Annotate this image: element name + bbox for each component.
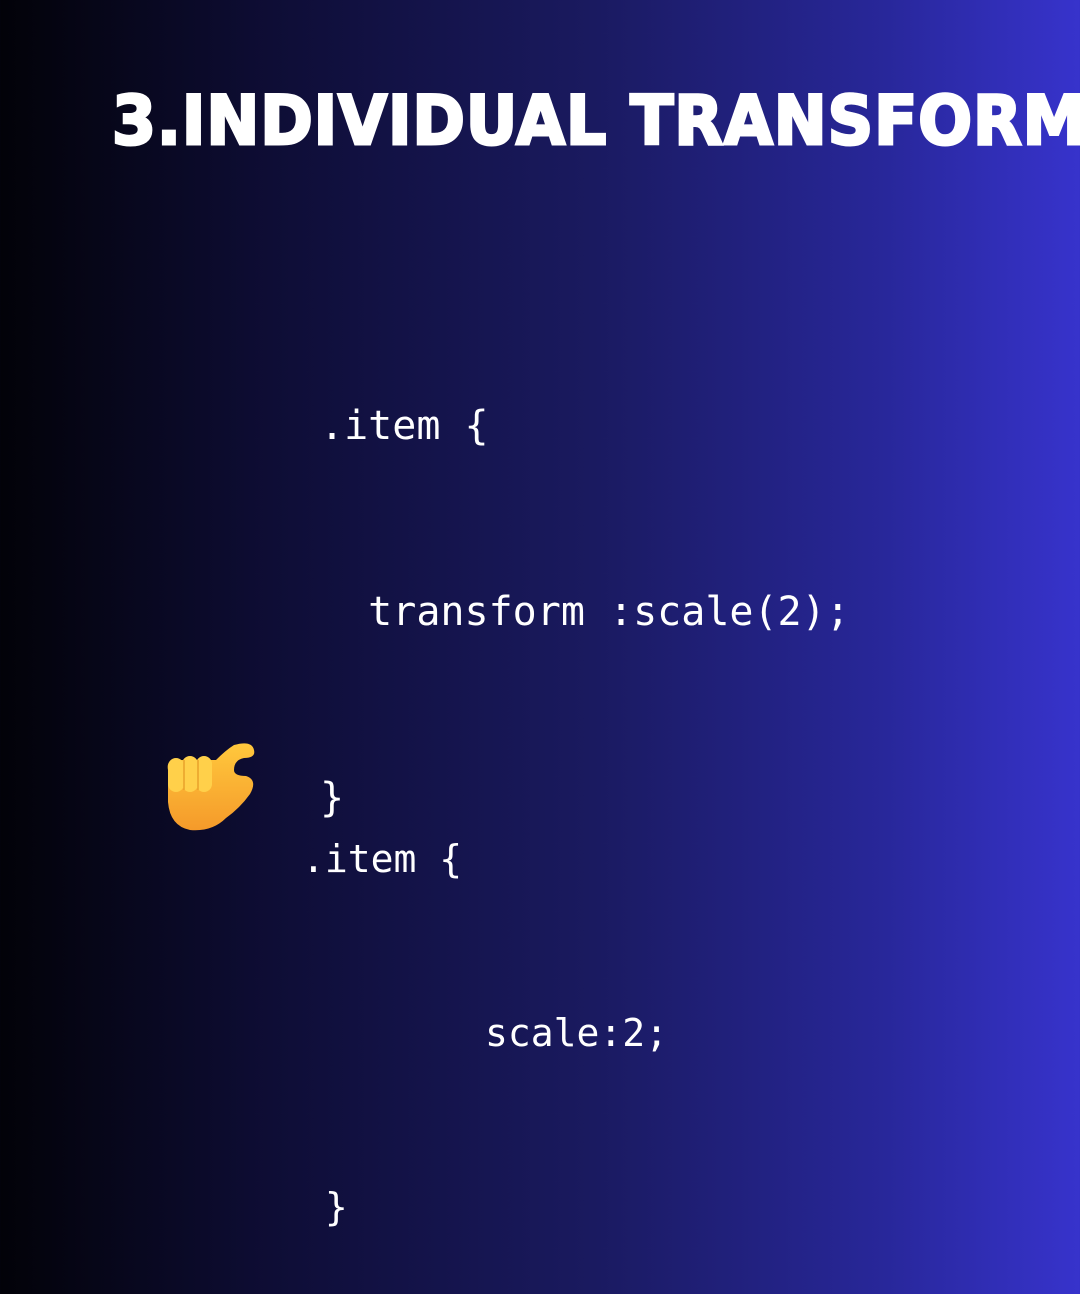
pinching-hand-icon <box>167 743 255 831</box>
code-line: } <box>302 1185 348 1229</box>
code-line: .item { <box>302 837 463 881</box>
code-line: scale:2; <box>302 1011 669 1055</box>
code-block-scale: .item { scale:2; } <box>302 714 668 1294</box>
page-title: 3.INDIVIDUAL TRANSFORMS <box>111 81 1080 163</box>
code-line: transform :scale(2); <box>320 589 850 635</box>
code-line: .item { <box>320 403 489 449</box>
